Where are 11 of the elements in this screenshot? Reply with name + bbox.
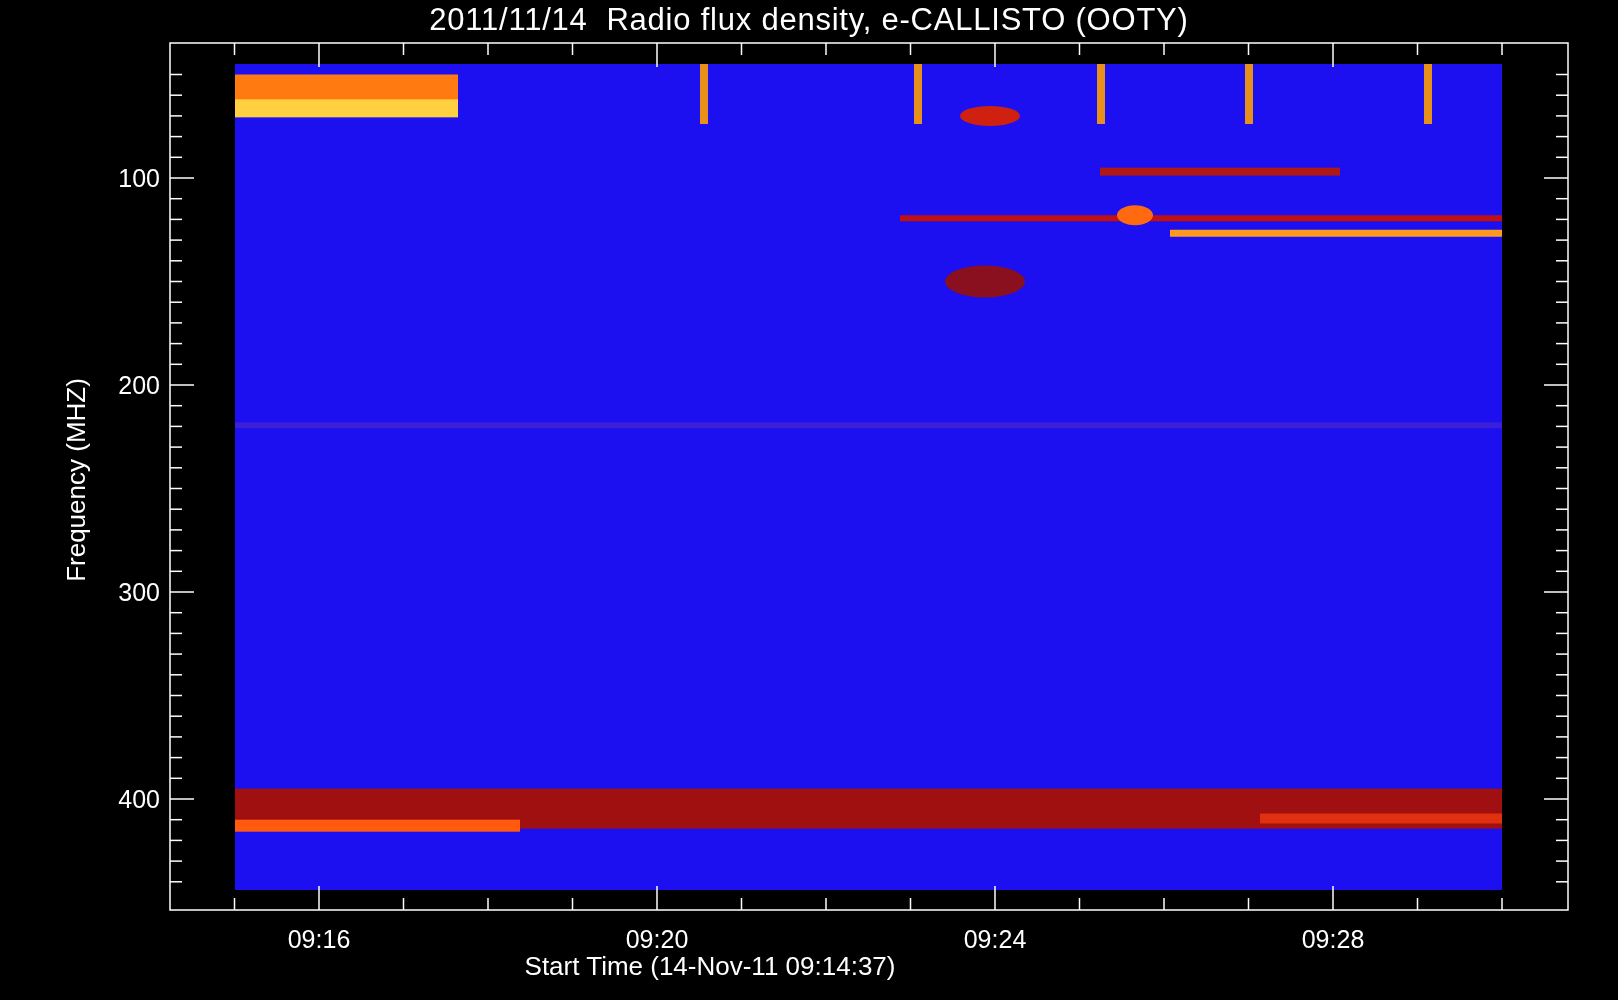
tick-label: 400: [118, 785, 160, 813]
axis-title: Start Time (14-Nov-11 09:14:37): [524, 951, 896, 981]
axis-title: Frequency (MHZ): [61, 378, 91, 582]
chart-title: 2011/11/14 Radio flux density, e-CALLISTO (OOTY): [429, 1, 1189, 39]
tick-label: 09:16: [287, 925, 351, 953]
tick-label: 300: [118, 578, 160, 606]
tick-label: 200: [118, 371, 160, 399]
tick-label: 09:24: [963, 925, 1027, 953]
tick-label: 100: [118, 164, 160, 192]
tick-label: 09:20: [625, 925, 689, 953]
tick-label: 09:28: [1301, 925, 1365, 953]
